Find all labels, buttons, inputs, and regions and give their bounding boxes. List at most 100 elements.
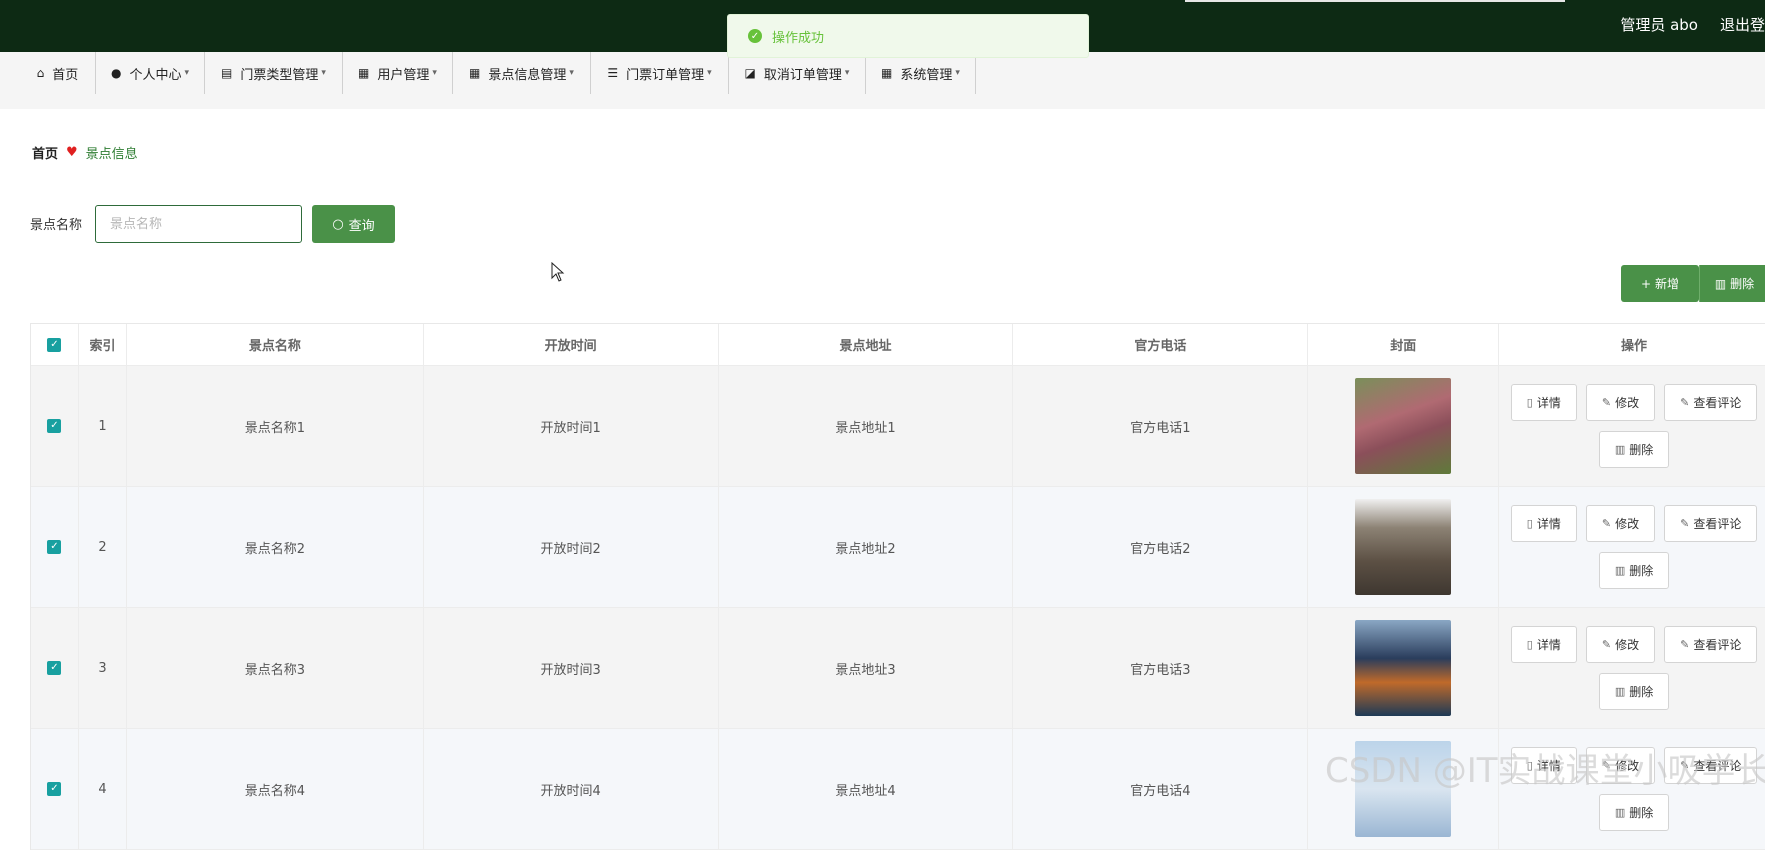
row-phone: 官方电话1: [1013, 366, 1309, 487]
select-all-checkbox[interactable]: ✓: [47, 337, 62, 352]
heart-icon: ♥: [66, 145, 78, 160]
grid-icon: ▦: [881, 66, 893, 80]
cover-cell: [1308, 487, 1500, 608]
grid-icon: ▦: [358, 66, 370, 80]
row-index: 3: [78, 608, 127, 729]
row-open-time: 开放时间2: [423, 487, 719, 608]
edit-icon: ✎: [1601, 638, 1612, 651]
cover-image[interactable]: [1355, 620, 1452, 716]
breadcrumb-home[interactable]: 首页: [32, 143, 58, 162]
detail-button[interactable]: ▯ 详情: [1510, 384, 1577, 421]
row-checkbox[interactable]: ✓: [47, 661, 62, 675]
edit-icon: ✎: [1601, 396, 1612, 409]
nav-item-home[interactable]: ⌂ 首页: [20, 52, 96, 94]
nav-item-label: 取消订单管理: [763, 67, 842, 83]
row-address: 景点地址1: [718, 366, 1014, 487]
row-checkbox[interactable]: ✓: [47, 419, 62, 433]
detail-label: 详情: [1536, 517, 1561, 531]
view-comments-button[interactable]: ✎ 查看评论: [1664, 626, 1758, 663]
view-comments-button[interactable]: ✎ 查看评论: [1664, 384, 1758, 421]
row-checkbox[interactable]: ✓: [47, 782, 62, 796]
document-icon: ▯: [1526, 396, 1533, 409]
column-header: 开放时间: [423, 324, 719, 366]
row-phone: 官方电话2: [1013, 487, 1309, 608]
row-actions: ▯ 详情 ✎ 修改 ✎ 查看评论 ▥ 删除: [1499, 608, 1765, 729]
top-bar-strip: [1185, 0, 1565, 2]
nav-item-label: 系统管理: [900, 67, 953, 83]
nav-item-ticket-type[interactable]: ▤ 门票类型管理 ▾: [205, 52, 343, 94]
row-index: 1: [78, 366, 127, 487]
search-button-label: 查询: [348, 218, 375, 234]
trash-icon: ▥: [1714, 276, 1727, 291]
scenic-name-search-input[interactable]: [95, 205, 302, 243]
delete-button[interactable]: ▥ 删除: [1598, 794, 1670, 831]
edit-button[interactable]: ✎ 修改: [1585, 626, 1656, 663]
nav-item-label: 门票订单管理: [626, 67, 705, 83]
column-header: 索引: [78, 324, 127, 366]
cover-image[interactable]: [1355, 378, 1452, 474]
breadcrumb: 首页 ♥ 景点信息: [32, 143, 138, 162]
row-index: 2: [78, 487, 127, 608]
row-phone: 官方电话3: [1013, 608, 1309, 729]
search-button[interactable]: ○ 查询: [312, 205, 395, 243]
nav-item-scenic-info[interactable]: ▦ 景点信息管理 ▾: [453, 52, 591, 94]
delete-button[interactable]: ▥ 删除: [1598, 673, 1670, 710]
edit-button[interactable]: ✎ 修改: [1585, 384, 1656, 421]
trash-icon: ▥: [1614, 806, 1626, 819]
row-phone: 官方电话4: [1013, 729, 1309, 850]
row-name: 景点名称3: [126, 608, 424, 729]
row-address: 景点地址4: [718, 729, 1014, 850]
comments-label: 查看评论: [1693, 396, 1742, 410]
delete-button-label: 删除: [1730, 277, 1755, 291]
add-button[interactable]: + 新增: [1621, 265, 1699, 302]
row-address: 景点地址3: [718, 608, 1014, 729]
nav-item-label: 个人中心: [129, 67, 182, 83]
detail-button[interactable]: ▯ 详情: [1510, 626, 1577, 663]
detail-button[interactable]: ▯ 详情: [1510, 505, 1577, 542]
select-all-cell: ✓: [31, 324, 79, 366]
table-row: ✓ 1 景点名称1 开放时间1 景点地址1 官方电话1 ▯ 详情 ✎ 修改 ✎ 查看评…: [31, 366, 1765, 487]
delete-button[interactable]: ▥ 删除: [1598, 431, 1670, 468]
row-checkbox[interactable]: ✓: [47, 540, 62, 554]
nav-item-ticket-orders[interactable]: ☰ 门票订单管理 ▾: [591, 52, 729, 94]
nav-item-label: 用户管理: [377, 67, 430, 83]
watermark: CSDN @IT实战课堂小吸学长: [1325, 751, 1765, 791]
view-comments-button[interactable]: ✎ 查看评论: [1664, 505, 1758, 542]
nav-item-users[interactable]: ▦ 用户管理 ▾: [343, 52, 453, 94]
column-header: 景点地址: [718, 324, 1014, 366]
row-select-cell: ✓: [31, 608, 79, 729]
edit-label: 修改: [1615, 638, 1640, 652]
table-row: ✓ 3 景点名称3 开放时间3 景点地址3 官方电话3 ▯ 详情 ✎ 修改 ✎ 查看评…: [31, 608, 1765, 729]
delete-button[interactable]: ▥ 删除: [1598, 552, 1670, 589]
success-toast: ✓ 操作成功: [727, 14, 1089, 58]
nav-item-label: 景点信息管理: [488, 67, 567, 83]
chevron-down-icon: ▾: [432, 68, 437, 78]
row-address: 景点地址2: [718, 487, 1014, 608]
column-header: 景点名称: [126, 324, 424, 366]
chevron-down-icon: ▾: [844, 68, 850, 78]
row-actions: ▯ 详情 ✎ 修改 ✎ 查看评论 ▥ 删除: [1499, 487, 1765, 608]
check-circle-icon: ✓: [748, 29, 762, 43]
edit-button[interactable]: ✎ 修改: [1585, 505, 1656, 542]
nav-item-personal-center[interactable]: ● 个人中心 ▾: [96, 52, 205, 94]
nav-item-system[interactable]: ▦ 系统管理 ▾: [866, 52, 976, 94]
chart-icon: ◪: [744, 66, 756, 80]
trash-icon: ▥: [1614, 443, 1626, 456]
nav-item-cancel-orders[interactable]: ◪ 取消订单管理 ▾: [729, 52, 866, 94]
delete-label: 删除: [1629, 443, 1654, 457]
nav-item-label: 首页: [52, 67, 79, 83]
logout-link[interactable]: 退出登: [1720, 14, 1765, 35]
main-nav: ⌂ 首页 ● 个人中心 ▾ ▤ 门票类型管理 ▾ ▦ 用户管理 ▾ ▦ 景点信息管理 ▾ ☰ 门票订…: [0, 52, 1765, 109]
row-name: 景点名称4: [126, 729, 424, 850]
row-name: 景点名称1: [126, 366, 424, 487]
nav-item-label: 门票类型管理: [240, 67, 319, 83]
cover-image[interactable]: [1355, 499, 1452, 595]
bulk-delete-button[interactable]: ▥ 删除: [1699, 265, 1765, 302]
detail-label: 详情: [1536, 396, 1561, 410]
search-icon: ○: [332, 216, 344, 232]
edit-icon: ✎: [1680, 517, 1690, 530]
edit-label: 修改: [1615, 517, 1640, 531]
chevron-down-icon: ▾: [955, 68, 960, 78]
user-icon: ●: [110, 66, 122, 80]
grid-icon: ▦: [469, 66, 481, 80]
